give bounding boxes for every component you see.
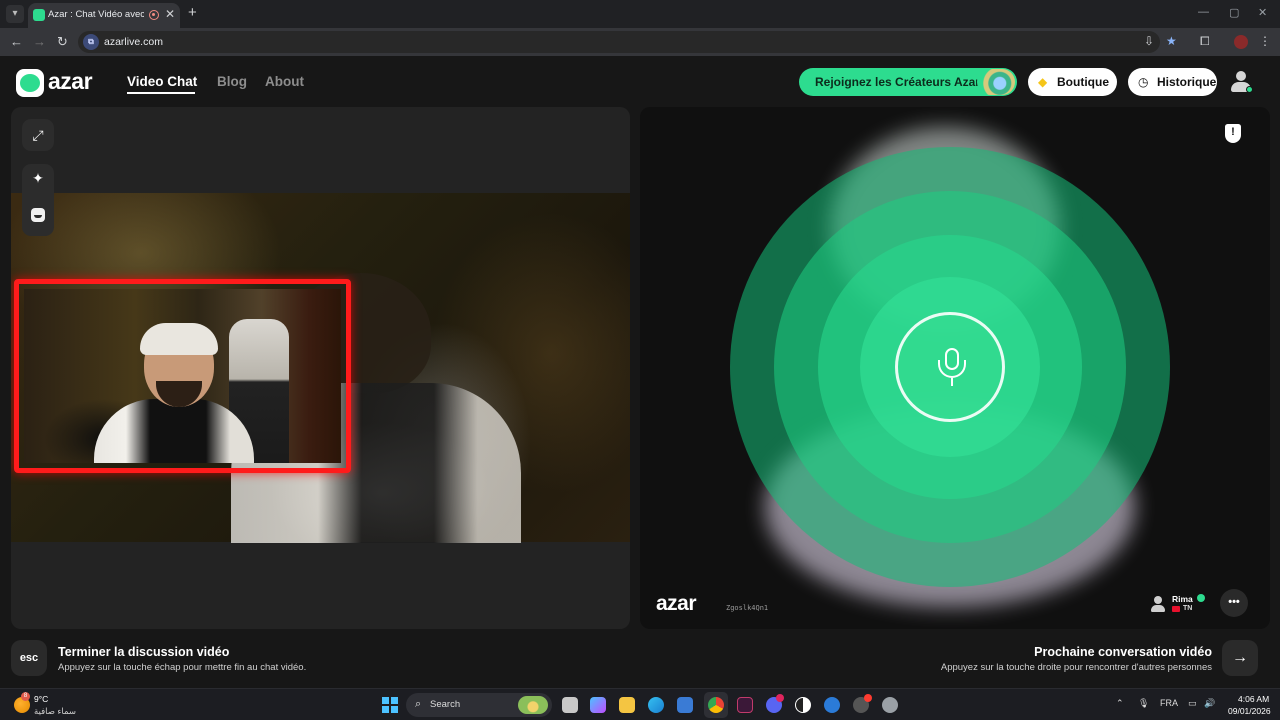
user-profile-avatar[interactable] (1229, 70, 1253, 94)
peer-name: Rima (1172, 594, 1193, 604)
azar-logo-icon[interactable] (16, 69, 44, 97)
app-v-icon[interactable] (737, 697, 753, 713)
steam-icon[interactable] (824, 697, 840, 713)
volume-icon[interactable]: 🔊 (1204, 698, 1215, 709)
discord-notification-badge (776, 694, 784, 702)
taskbar-search-label: Search (430, 699, 461, 710)
next-chat-title: Prochaine conversation vidéo (1034, 645, 1212, 659)
gem-icon: ◆ (1038, 75, 1048, 89)
verified-badge-icon (1197, 594, 1205, 602)
site-info-icon[interactable]: ⧉ (83, 34, 99, 50)
forward-arrow-icon[interactable]: → (33, 34, 46, 49)
microsoft-store-icon[interactable] (677, 697, 693, 713)
clock-icon: ◷ (1138, 75, 1149, 89)
profile-avatar-icon[interactable] (1234, 35, 1248, 49)
end-chat-title: Terminer la discussion vidéo (58, 645, 230, 659)
chat-bubble-button[interactable]: ••• (1220, 589, 1248, 617)
face-mask-icon[interactable] (31, 208, 45, 222)
task-view-icon[interactable] (562, 697, 578, 713)
creators-illustration-icon (977, 69, 1015, 95)
shop-button[interactable]: ◆ Boutique (1028, 68, 1117, 96)
azar-favicon-icon (33, 9, 45, 21)
microphone-icon (895, 312, 1005, 422)
tunisia-flag-icon (1172, 606, 1180, 612)
clock-date[interactable]: 09/01/2026 (1228, 706, 1271, 716)
taskbar-search[interactable]: ⌕ Search (406, 693, 552, 717)
nav-about[interactable]: About (265, 74, 304, 89)
minimize-button[interactable]: — (1198, 6, 1209, 18)
edge-browser-icon[interactable] (648, 697, 664, 713)
windows-start-icon[interactable] (382, 697, 398, 713)
chrome-browser-icon[interactable] (708, 697, 724, 713)
nav-video-chat[interactable]: Video Chat (127, 74, 197, 89)
join-creators-button[interactable]: Rejoignez les Créateurs Azar (799, 68, 1017, 96)
user-id-label: Zgoslk4Qn1 (726, 604, 769, 612)
recording-indicator-icon (149, 10, 159, 20)
maximize-button[interactable]: ▢ (1229, 6, 1239, 19)
self-video-feed (24, 289, 341, 463)
online-status-dot (1246, 86, 1253, 93)
weather-badge: 8 (21, 692, 30, 701)
self-preview-frame[interactable] (14, 279, 351, 473)
tab-close-button[interactable]: ✕ (165, 7, 175, 21)
address-bar[interactable]: ⧉ azarlive.com (78, 31, 1160, 53)
next-chat-arrow-button[interactable]: → (1222, 640, 1258, 676)
install-app-icon[interactable]: ⇩ (1144, 34, 1154, 48)
recording-badge (864, 694, 872, 702)
peer-country: TN (1183, 605, 1193, 612)
effects-toolbar: ✦ (22, 164, 54, 236)
windows-taskbar: 8 9°C سماء صافية ⌕ Search ⌃ 🎙 FRA ▭ 🔊 4:… (0, 688, 1280, 720)
microphone-tray-icon[interactable]: 🎙 (1138, 698, 1149, 709)
copilot-icon[interactable] (590, 697, 606, 713)
circle-app-icon[interactable] (795, 697, 811, 713)
language-indicator[interactable]: FRA (1160, 698, 1178, 708)
browser-toolbar: ← → ↻ ⧉ azarlive.com ⇩ ★ ⧠ ⋮ (0, 28, 1280, 56)
back-arrow-icon[interactable]: ← (10, 34, 23, 49)
matching-panel: ! azar Zgoslk4Qn1 Rima TN ••• (640, 107, 1270, 629)
history-button[interactable]: ◷ Historique (1128, 68, 1217, 96)
new-tab-button[interactable]: + (188, 4, 197, 21)
search-icon: ⌕ (415, 698, 422, 710)
join-creators-label: Rejoignez les Créateurs Azar (815, 75, 980, 89)
history-label: Historique (1157, 75, 1217, 89)
url-text: azarlive.com (104, 36, 163, 48)
sparkle-effects-icon[interactable]: ✦ (22, 170, 54, 187)
shop-label: Boutique (1057, 75, 1109, 89)
azar-page: azar Video Chat Blog About Rejoignez les… (0, 56, 1280, 688)
next-chat-hint: Appuyez sur la touche droite pour rencon… (940, 662, 1212, 673)
search-highlight-icon (518, 696, 548, 714)
tab-search-button[interactable]: ▾ (6, 5, 24, 23)
file-explorer-icon[interactable] (619, 697, 635, 713)
video-chat-panel: ⤢ ✦ (11, 107, 630, 629)
nav-blog[interactable]: Blog (217, 74, 247, 89)
end-chat-esc-button[interactable]: esc (11, 640, 47, 676)
close-window-button[interactable]: ✕ (1258, 6, 1267, 19)
azar-logo-text[interactable]: azar (48, 68, 93, 95)
report-shield-icon[interactable]: ! (1225, 124, 1241, 143)
reload-icon[interactable]: ↻ (57, 34, 68, 50)
expand-icon[interactable]: ⤢ (22, 119, 54, 151)
weather-temperature[interactable]: 9°C (34, 694, 48, 704)
tray-chevron-icon[interactable]: ⌃ (1116, 698, 1124, 709)
nav-active-underline (127, 92, 195, 94)
browser-menu-icon[interactable]: ⋮ (1259, 34, 1271, 48)
tab-title: Azar : Chat Vidéo avec de n (48, 9, 144, 20)
azar-watermark-logo: azar (656, 592, 697, 615)
network-icon[interactable]: ▭ (1188, 698, 1197, 709)
settings-gear-icon[interactable] (882, 697, 898, 713)
end-chat-hint: Appuyez sur la touche échap pour mettre … (58, 662, 307, 673)
bookmark-star-icon[interactable]: ★ (1166, 34, 1177, 48)
clock-time[interactable]: 4:06 AM (1238, 694, 1269, 704)
browser-tab[interactable]: Azar : Chat Vidéo avec de n ✕ (28, 3, 180, 28)
weather-description[interactable]: سماء صافية (34, 706, 76, 717)
extensions-icon[interactable]: ⧠ (1200, 34, 1210, 49)
peer-avatar-icon (1150, 596, 1166, 612)
browser-tab-bar: ▾ Azar : Chat Vidéo avec de n ✕ + — ▢ ✕ (0, 0, 1280, 28)
